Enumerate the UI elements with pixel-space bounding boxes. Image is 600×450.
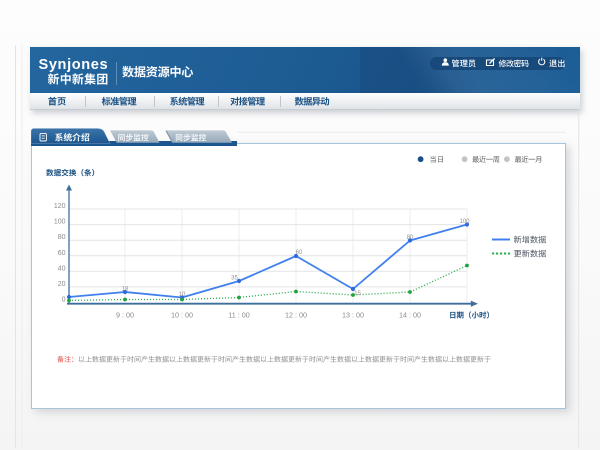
svg-text:35: 35 bbox=[231, 276, 238, 282]
svg-text:100: 100 bbox=[54, 219, 66, 226]
svg-text:100: 100 bbox=[459, 219, 470, 225]
svg-text:60: 60 bbox=[296, 250, 303, 256]
svg-text:9 : 00: 9 : 00 bbox=[116, 311, 134, 320]
svg-text:11 : 00: 11 : 00 bbox=[228, 311, 249, 320]
svg-text:80: 80 bbox=[58, 234, 66, 241]
svg-text:60: 60 bbox=[58, 250, 66, 257]
svg-text:12 : 00: 12 : 00 bbox=[285, 311, 307, 320]
svg-text:15: 15 bbox=[354, 291, 361, 297]
svg-text:0: 0 bbox=[62, 297, 66, 304]
svg-text:20: 20 bbox=[58, 281, 66, 288]
svg-text:10: 10 bbox=[179, 292, 186, 298]
svg-text:40: 40 bbox=[58, 265, 66, 272]
svg-text:18: 18 bbox=[122, 287, 129, 293]
svg-text:14 : 00: 14 : 00 bbox=[399, 311, 421, 320]
svg-text:13 : 00: 13 : 00 bbox=[342, 311, 364, 320]
svg-text:120: 120 bbox=[54, 203, 66, 210]
svg-text:10 : 00: 10 : 00 bbox=[171, 311, 193, 320]
svg-text:80: 80 bbox=[407, 235, 414, 241]
